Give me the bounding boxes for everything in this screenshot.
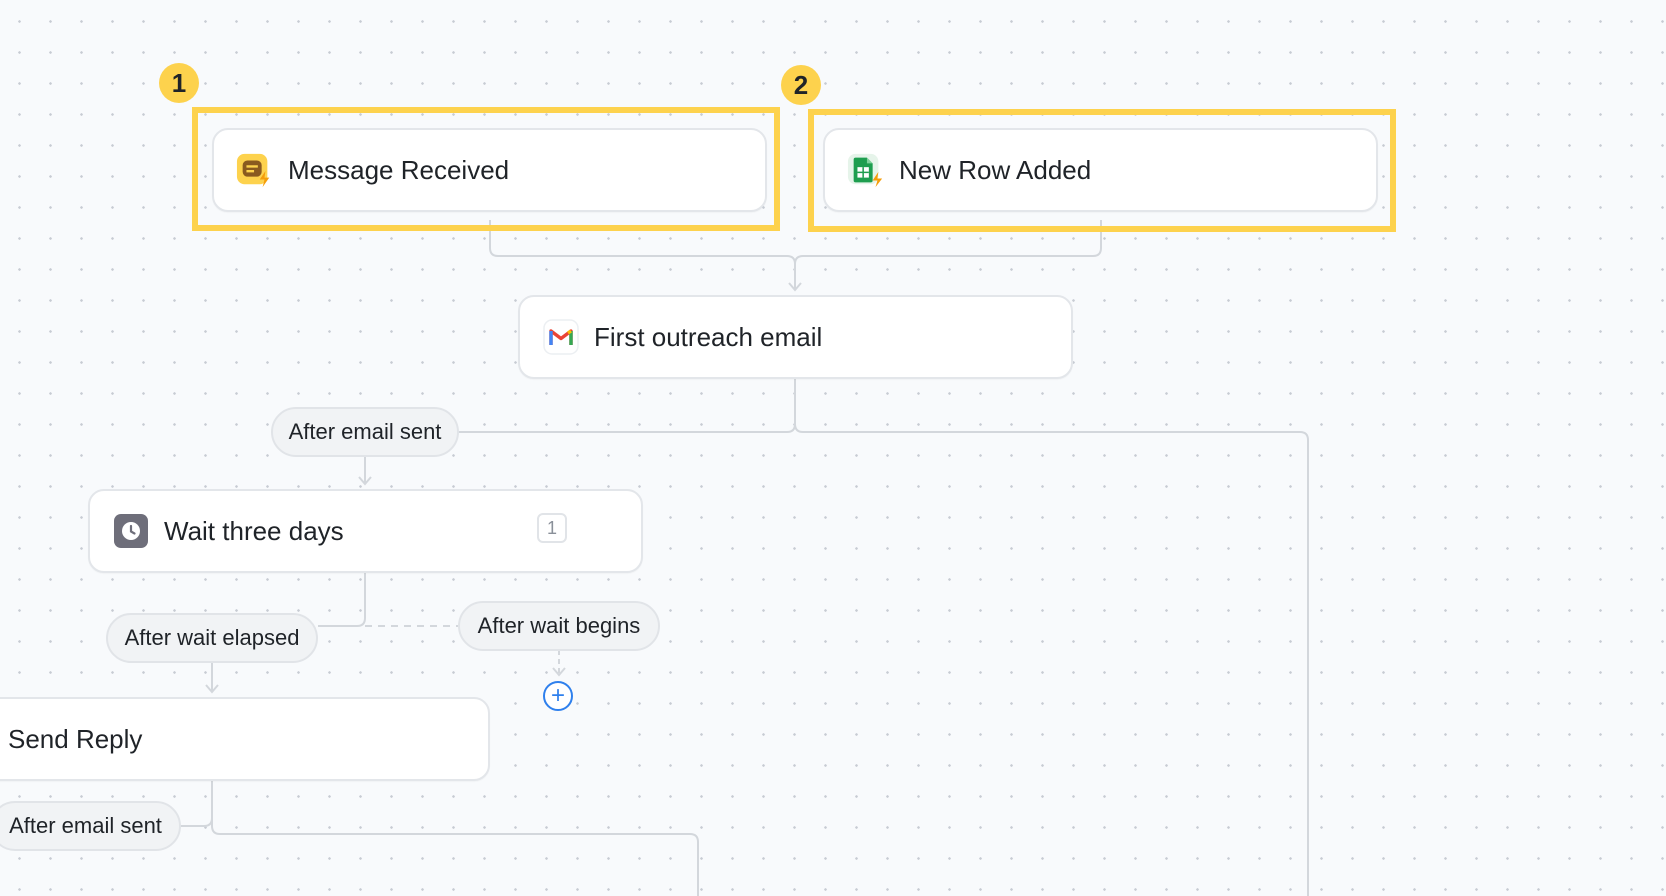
arrow-into-wait — [358, 476, 372, 486]
connector-email-to-branches — [458, 378, 796, 433]
branch-after-email-sent-2[interactable]: After email sent — [0, 801, 181, 851]
send-reply-node[interactable]: Send Reply — [0, 697, 490, 781]
chat-trigger-icon — [236, 151, 274, 189]
connector-send-reply-down — [211, 780, 699, 896]
gmail-icon — [542, 318, 580, 356]
callout-badge-1: 1 — [159, 63, 199, 103]
connector-send-reply-left — [180, 817, 213, 827]
arrow-into-send-reply — [205, 684, 219, 694]
first-outreach-email-node[interactable]: First outreach email — [518, 295, 1073, 379]
node-label: Wait three days — [164, 515, 344, 546]
clock-icon — [112, 512, 150, 550]
node-label: First outreach email — [594, 321, 823, 352]
message-received-node[interactable]: Message Received — [212, 128, 767, 212]
add-step-button[interactable]: + — [543, 681, 573, 711]
node-label: Message Received — [288, 154, 510, 185]
connector-wait-elapsed — [318, 572, 366, 627]
connector-email-right-branch — [794, 423, 1309, 896]
branch-after-wait-elapsed[interactable]: After wait elapsed — [106, 613, 318, 663]
callout-badge-2: 2 — [781, 65, 821, 105]
google-sheets-trigger-icon — [847, 151, 885, 189]
arrow-into-email — [788, 282, 802, 292]
node-label: New Row Added — [899, 154, 1092, 185]
node-label: Send Reply — [8, 723, 143, 754]
plus-circle-icon: + — [550, 682, 565, 709]
branch-after-email-sent[interactable]: After email sent — [271, 407, 459, 457]
branch-after-wait-begins[interactable]: After wait begins — [458, 601, 660, 651]
wait-three-days-node[interactable]: Wait three days 1 — [88, 489, 643, 573]
new-row-added-node[interactable]: New Row Added — [823, 128, 1378, 212]
arrow-into-add — [552, 667, 566, 677]
step-count-badge: 1 — [537, 513, 567, 543]
